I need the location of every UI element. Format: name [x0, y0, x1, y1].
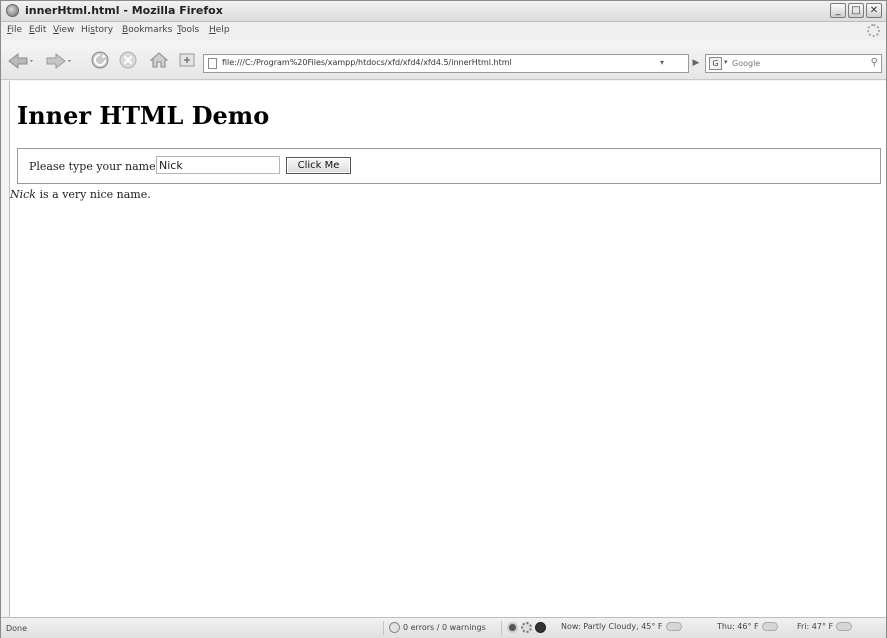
search-input[interactable]: [732, 57, 852, 70]
check-icon: [389, 622, 400, 633]
menu-history[interactable]: History: [81, 25, 113, 35]
menu-bar: File Edit View History Bookmarks Tools H…: [1, 22, 886, 40]
name-input[interactable]: [156, 156, 280, 174]
cloudy-icon: [761, 622, 778, 631]
forward-icon[interactable]: [43, 51, 73, 71]
status-divider: [501, 621, 502, 635]
engine-dropdown-icon[interactable]: ▾: [724, 58, 728, 66]
url-text[interactable]: file:///C:/Program%20Files/xampp/htdocs/…: [222, 58, 512, 67]
new-tab-icon[interactable]: [177, 50, 197, 70]
navigation-toolbar: file:///C:/Program%20Files/xampp/htdocs/…: [1, 41, 886, 80]
partly-cloudy-icon: [665, 622, 682, 631]
back-icon[interactable]: [7, 51, 33, 71]
output-message: Nick is a very nice name.: [10, 188, 151, 201]
output-name: Nick: [10, 188, 36, 201]
weather-fri-text: Fri: 47° F: [797, 622, 834, 631]
url-dropdown-icon[interactable]: ▾: [660, 58, 664, 67]
weather-thu-text: Thu: 46° F: [717, 622, 759, 631]
firefox-icon: [6, 4, 19, 17]
error-console-status[interactable]: 0 errors / 0 warnings: [389, 622, 486, 633]
reload-icon[interactable]: [89, 49, 111, 71]
menu-edit[interactable]: Edit: [29, 25, 46, 35]
menu-view[interactable]: View: [53, 25, 74, 35]
weather-now-text: Now: Partly Cloudy, 45° F: [561, 622, 663, 631]
close-button[interactable]: ✕: [866, 3, 882, 18]
errors-text: 0 errors / 0 warnings: [403, 623, 486, 632]
search-bar[interactable]: G ▾ ⚲: [705, 54, 882, 73]
weather-fri[interactable]: Fri: 47° F: [797, 622, 853, 631]
throbber-icon: [867, 24, 880, 37]
addon-icon[interactable]: [507, 622, 518, 633]
menu-tools[interactable]: Tools: [177, 25, 199, 35]
output-suffix: is a very nice name.: [35, 188, 151, 201]
menu-help[interactable]: Help: [209, 25, 230, 35]
window-title: innerHtml.html - Mozilla Firefox: [25, 4, 223, 17]
minimize-button[interactable]: _: [830, 3, 846, 18]
status-bar: Done 0 errors / 0 warnings Now: Partly C…: [1, 617, 886, 638]
weather-thu[interactable]: Thu: 46° F: [717, 622, 778, 631]
globe-icon[interactable]: [535, 622, 546, 633]
menu-bookmarks[interactable]: Bookmarks: [122, 25, 172, 35]
status-divider: [383, 621, 384, 635]
page-content: Inner HTML Demo Please type your name Cl…: [9, 81, 886, 617]
url-bar[interactable]: file:///C:/Program%20Files/xampp/htdocs/…: [203, 54, 689, 73]
name-prompt-label: Please type your name: [29, 160, 156, 173]
click-me-button[interactable]: Click Me: [286, 157, 351, 174]
gear-icon[interactable]: [521, 622, 532, 633]
search-engine-icon[interactable]: G: [709, 57, 722, 70]
title-bar: innerHtml.html - Mozilla Firefox _ □ ✕: [1, 1, 886, 22]
maximize-button[interactable]: □: [848, 3, 864, 18]
page-icon: [208, 58, 217, 69]
search-icon[interactable]: ⚲: [871, 57, 878, 68]
home-icon[interactable]: [148, 49, 170, 71]
page-heading: Inner HTML Demo: [17, 101, 270, 130]
stop-icon[interactable]: [117, 49, 139, 71]
browser-window: innerHtml.html - Mozilla Firefox _ □ ✕ F…: [0, 0, 887, 638]
weather-now[interactable]: Now: Partly Cloudy, 45° F: [561, 622, 682, 631]
addon-icons: [507, 622, 546, 633]
go-icon[interactable]: ▶: [689, 55, 703, 72]
menu-file[interactable]: File: [7, 25, 22, 35]
status-text: Done: [6, 624, 28, 633]
name-form: Please type your name Click Me: [17, 148, 881, 184]
cloudy-icon: [836, 622, 853, 631]
